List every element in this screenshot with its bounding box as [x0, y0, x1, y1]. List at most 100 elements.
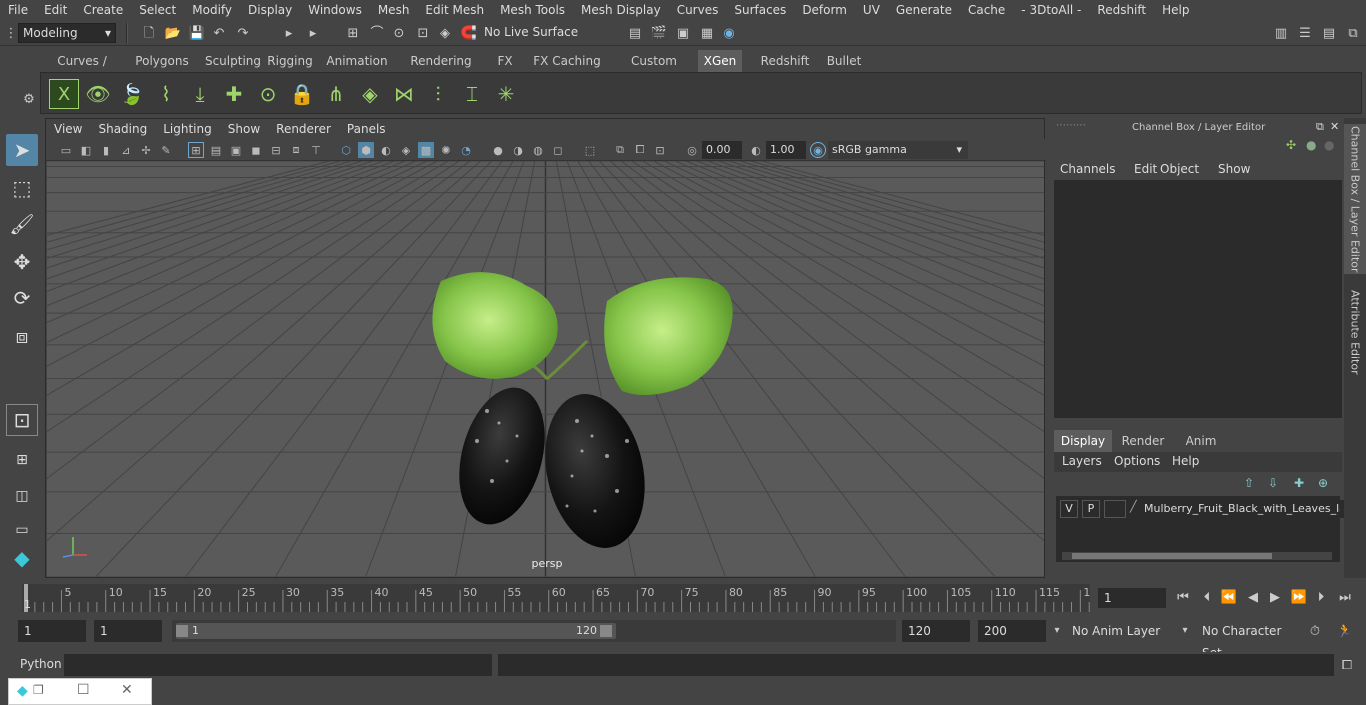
playback-end-field[interactable]: 120 [902, 620, 970, 642]
xgen-editor-icon[interactable]: X [49, 79, 79, 109]
auto-key-icon[interactable]: ⏱ [1306, 622, 1324, 640]
frame-all-icon[interactable]: ⊡ [652, 142, 668, 158]
menu-item-0[interactable]: File [0, 0, 36, 20]
gate-mask-icon[interactable]: ◼ [248, 142, 264, 158]
snap-view-icon[interactable]: ⊡ [414, 24, 432, 42]
undo-icon[interactable]: ↶ [210, 24, 228, 42]
menu-item-19[interactable]: Help [1154, 0, 1197, 20]
viewport-menu-4[interactable]: Renderer [268, 122, 339, 136]
menu-item-9[interactable]: Mesh Tools [492, 0, 573, 20]
paint-select-tool-icon[interactable]: 🖌 [6, 208, 38, 240]
axis-orient-icon[interactable]: ✣ [1286, 138, 1296, 152]
layer-playback-toggle[interactable]: P [1082, 500, 1100, 518]
move-layer-up-icon[interactable]: ⇧ [1244, 476, 1254, 490]
channel-box-toggle-icon[interactable]: ⧉ [1344, 24, 1362, 42]
range-handle-right[interactable] [600, 625, 612, 637]
save-scene-icon[interactable]: 💾 [188, 24, 206, 42]
shadows-icon[interactable]: ◔ [458, 142, 474, 158]
menu-item-5[interactable]: Display [240, 0, 300, 20]
menu-item-11[interactable]: Curves [669, 0, 727, 20]
play-backwards-icon[interactable]: ◀ [1244, 588, 1262, 606]
minimized-window[interactable]: ◆ ❐ ☐ ✕ [8, 678, 152, 705]
xgen-add-spline-icon[interactable]: ✚ [219, 79, 249, 109]
menu-item-15[interactable]: Generate [888, 0, 960, 20]
xgen-place-guide-icon[interactable]: ⤓ [185, 79, 215, 109]
channel-menu-0[interactable]: Channels [1060, 162, 1116, 176]
side-tab-attribute-editor[interactable]: Attribute Editor [1344, 282, 1366, 382]
render-settings-icon[interactable]: ▤ [626, 24, 644, 42]
layer-menu-1[interactable]: Options [1114, 454, 1160, 468]
menu-item-2[interactable]: Create [75, 0, 131, 20]
textured-icon[interactable]: ◈ [398, 142, 414, 158]
xgen-preview-icon[interactable]: 👁 [83, 79, 113, 109]
menu-item-7[interactable]: Mesh [370, 0, 418, 20]
depth-of-field-icon[interactable]: ◻ [550, 142, 566, 158]
layer-scrollbar[interactable] [1062, 552, 1332, 560]
grease-pencil-icon[interactable]: ✎ [158, 142, 174, 158]
xgen-grid-icon[interactable]: ◈ [355, 79, 385, 109]
menu-item-13[interactable]: Deform [794, 0, 855, 20]
channel-menu-2[interactable]: Object [1160, 162, 1199, 176]
xgen-clump-icon[interactable]: ⋈ [389, 79, 419, 109]
viewport-menu-0[interactable]: View [46, 122, 90, 136]
command-language-label[interactable]: Python [20, 657, 62, 671]
snap-grid-icon[interactable]: ⊞ [344, 24, 362, 42]
xgen-comb-icon[interactable]: ⋔ [321, 79, 351, 109]
layer-tab-0[interactable]: Display [1054, 430, 1112, 452]
shelf-tab-8[interactable]: Custom [614, 50, 694, 72]
antialias-icon[interactable]: ◍ [530, 142, 546, 158]
mode-dropdown[interactable]: Modeling ▾ [18, 23, 116, 43]
menu-item-4[interactable]: Modify [184, 0, 240, 20]
menu-item-18[interactable]: Redshift [1089, 0, 1154, 20]
options-dot-icon[interactable]: ● [1324, 138, 1334, 152]
step-forward-frame-icon[interactable]: ⏵ [1312, 588, 1330, 606]
xgen-noise-icon[interactable]: ✳ [491, 79, 521, 109]
camera-attributes-icon[interactable]: ◧ [78, 142, 94, 158]
move-tool-icon[interactable]: ✥ [6, 246, 38, 278]
shelf-tab-5[interactable]: Rendering [396, 50, 486, 72]
shelf-tab-11[interactable]: Bullet [820, 50, 868, 72]
menu-item-17[interactable]: - 3DtoAll - [1013, 0, 1089, 20]
layer-tab-1[interactable]: Render [1114, 430, 1172, 452]
step-back-frame-icon[interactable]: ⏴ [1198, 588, 1216, 606]
side-tab-channel-box[interactable]: Channel Box / Layer Editor [1344, 124, 1366, 274]
chevron-down-icon[interactable]: ▾ [1176, 622, 1194, 640]
shelf-settings-icon[interactable]: ⚙ [20, 90, 38, 108]
shelf-tab-0[interactable]: Curves / Surfaces [42, 50, 122, 90]
shelf-tab-3[interactable]: Rigging [264, 50, 316, 72]
snap-point-icon[interactable]: ⊙ [390, 24, 408, 42]
menu-item-8[interactable]: Edit Mesh [417, 0, 492, 20]
color-management-icon[interactable]: ◉ [810, 142, 826, 158]
range-handle-left[interactable] [176, 625, 188, 637]
xray-active-icon[interactable]: ⧠ [632, 142, 648, 158]
ipr-render-icon[interactable]: ▣ [674, 24, 692, 42]
color-space-dropdown[interactable]: sRGB gamma ▾ [828, 141, 968, 159]
close-icon[interactable]: ✕ [1330, 120, 1339, 133]
workspace-icon[interactable]: ▥ [1272, 24, 1290, 42]
channel-list[interactable] [1054, 180, 1342, 418]
new-scene-icon[interactable]: 🗋 [140, 24, 158, 42]
playback-start-field[interactable]: 1 [94, 620, 162, 642]
command-input[interactable] [64, 654, 492, 676]
go-to-end-icon[interactable]: ⏭ [1336, 588, 1354, 606]
timeline-track[interactable]: 5 10 15 20 25 30 35 40 45 50 55 60 65 70 75 80 85 90 95 100… [22, 584, 1097, 612]
range-bar[interactable]: 1 120 [176, 623, 616, 639]
script-editor-icon[interactable]: ⧠ [1338, 656, 1356, 674]
default-material-icon[interactable]: ◐ [378, 142, 394, 158]
viewport-menu-5[interactable]: Panels [339, 122, 394, 136]
new-layer-icon[interactable]: ✚ [1294, 476, 1304, 490]
gamma-field[interactable]: 1.00 [766, 141, 806, 159]
ambient-occlusion-icon[interactable]: ● [490, 142, 506, 158]
xgen-leaf-icon[interactable]: 🍃 [117, 79, 147, 109]
end-time-field[interactable]: 200 [978, 620, 1046, 642]
film-gate-icon[interactable]: ▤ [208, 142, 224, 158]
exposure-icon[interactable]: ◎ [684, 142, 700, 158]
close-window-icon[interactable]: ✕ [121, 682, 133, 698]
channel-menu-3[interactable]: Show [1218, 162, 1250, 176]
snap-mode-icon[interactable]: ▸ [304, 24, 322, 42]
two-d-pan-icon[interactable]: ✢ [138, 142, 154, 158]
safe-title-icon[interactable]: ⊤ [308, 142, 324, 158]
menu-item-14[interactable]: UV [855, 0, 888, 20]
grid-icon[interactable]: ⊞ [188, 142, 204, 158]
move-layer-down-icon[interactable]: ⇩ [1268, 476, 1278, 490]
